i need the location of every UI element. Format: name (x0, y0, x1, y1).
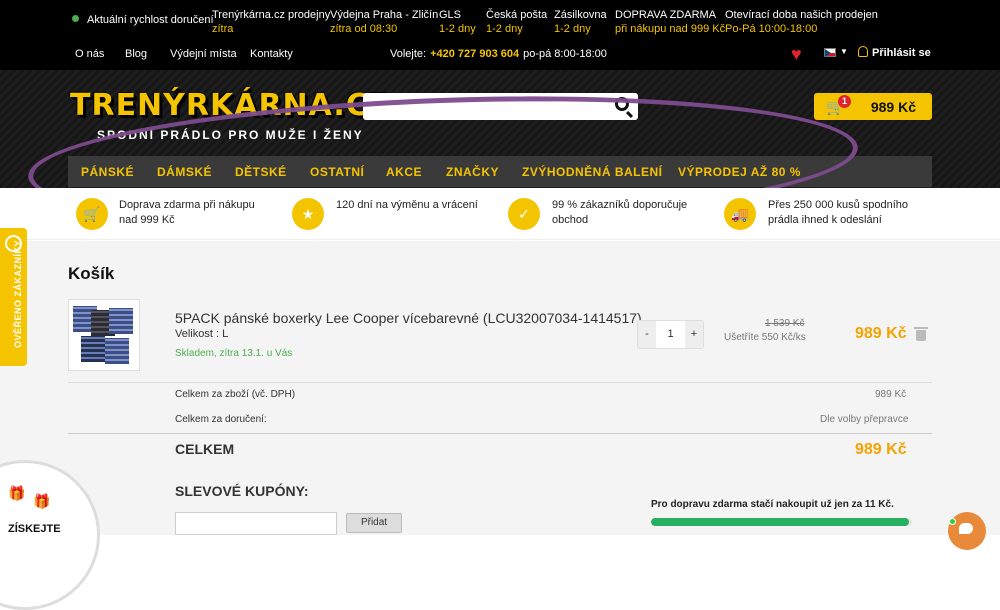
chevron-down-icon[interactable]: ▼ (840, 47, 848, 56)
gift-icon: 🎁 (33, 493, 51, 509)
menu-item-bundles[interactable]: ZVÝHODNĚNÁ BALENÍ (522, 165, 663, 179)
top-bar: Aktuální rychlost doručení Trenýrkárna.c… (0, 0, 1000, 70)
stock-status: Skladem, zítra 13.1. u Vás (175, 348, 293, 359)
wheel-label[interactable]: ZÍSKEJTE (8, 523, 61, 535)
user-icon (858, 46, 868, 57)
product-name[interactable]: 5PACK pánské boxerky Lee Cooper vícebare… (175, 310, 642, 326)
site-logo[interactable]: TRENÝRKÁRNA.CZ (70, 88, 392, 123)
old-price: 1 539 Kč (765, 318, 805, 329)
cart-icon: 🛒 (76, 198, 108, 230)
link-contacts[interactable]: Kontakty (250, 48, 293, 60)
cart-total: 989 Kč (870, 99, 916, 115)
benefits-bar: 🛒 Doprava zdarma při nákupu nad 999 Kč ★ … (0, 188, 1000, 240)
chat-button[interactable] (948, 512, 986, 550)
menu-item-mens[interactable]: PÁNSKÉ (81, 165, 134, 179)
item-price: 989 Kč (855, 325, 907, 342)
search-icon[interactable] (615, 97, 629, 111)
logo-tagline: SPODNÍ PRÁDLO PRO MUŽE I ŽENY (97, 128, 364, 142)
truck-icon: 🚚 (724, 198, 756, 230)
add-coupon-button[interactable]: Přidat (346, 513, 402, 533)
status-dot-icon (72, 15, 79, 22)
delivery-option: DOPRAVA ZDARMA při nákupu nad 999 Kč (615, 9, 726, 35)
czech-flag-icon[interactable] (824, 48, 836, 57)
product-size: Velikost : L (175, 328, 229, 340)
menu-item-kids[interactable]: DĚTSKÉ (235, 165, 287, 179)
cart-page (0, 241, 1000, 535)
benefit-stock: Přes 250 000 kusů spodního prádla ihned k… (768, 199, 909, 226)
delivery-option: Zásilkovna 1-2 dny (554, 9, 607, 35)
wishlist-heart-icon[interactable]: ♥ (791, 45, 802, 63)
trash-icon[interactable] (914, 327, 928, 341)
coupon-title: SLEVOVÉ KUPÓNY: (175, 483, 309, 499)
benefit-free-shipping: Doprava zdarma při nákupu nad 999 Kč (119, 199, 255, 226)
search-input[interactable] (363, 93, 638, 120)
chat-bubble-icon (959, 523, 973, 534)
quantity-input[interactable]: 1 (656, 328, 685, 340)
coupon-input[interactable] (175, 512, 337, 535)
progress-fill (651, 518, 910, 526)
menu-item-womens[interactable]: DÁMSKÉ (157, 165, 212, 179)
quantity-stepper: - 1 + (637, 320, 704, 349)
opening-hours: Otevírací doba našich prodejen Po-Pá 10:0… (725, 9, 878, 35)
total-value: 989 Kč (855, 441, 907, 458)
online-status-icon (949, 518, 956, 525)
benefit-recommend: 99 % zákazníků doporučuje obchod (552, 199, 688, 226)
link-pickup-points[interactable]: Výdejní místa (170, 48, 237, 60)
total-label: CELKEM (175, 441, 235, 457)
shipping-label: Celkem za doručení: (175, 414, 267, 425)
cart-count-badge: 1 (838, 95, 851, 108)
delivery-option: Výdejna Praha - Zličín zítra od 08:30 (330, 9, 439, 35)
quantity-increase-button[interactable]: + (685, 321, 703, 348)
verified-reviews-tab[interactable]: OVĚŘENO ZÁKAZNÍKY (0, 228, 27, 366)
delivery-option: Trenýrkárna.cz prodejny zítra (212, 9, 331, 35)
delivery-option: Česká pošta 1-2 dny (486, 9, 548, 35)
phone-contact: Volejte: +420 727 903 604 po-pá 8:00-18:00 (390, 48, 607, 60)
cart-button[interactable]: 🛒 1 989 Kč (814, 93, 932, 120)
menu-item-sale[interactable]: AKCE (386, 165, 422, 179)
verified-badge-icon: ✓ (508, 198, 540, 230)
quantity-decrease-button[interactable]: - (638, 321, 656, 348)
subtotal-label: Celkem za zboží (vč. DPH) (175, 389, 296, 400)
free-shipping-message: Pro dopravu zdarma stačí nakoupit už jen… (651, 499, 894, 510)
menu-item-other[interactable]: OSTATNÍ (310, 165, 364, 179)
star-icon: ★ (292, 198, 324, 230)
divider (68, 433, 932, 434)
free-shipping-progress (651, 518, 912, 526)
product-image[interactable] (68, 299, 140, 371)
menu-item-brands[interactable]: ZNAČKY (446, 165, 499, 179)
benefit-returns: 120 dní na výměnu a vrácení (336, 199, 478, 211)
subtotal-value: 989 Kč (875, 389, 907, 400)
savings-text: Ušetříte 550 Kč/ks (724, 332, 806, 343)
link-blog[interactable]: Blog (125, 48, 147, 60)
shipping-value: Dle volby přepravce (820, 414, 909, 425)
delivery-speed-label: Aktuální rychlost doručení (72, 14, 214, 26)
gift-icon: 🎁 (8, 485, 26, 501)
divider (68, 382, 932, 383)
page-title: Košík (68, 264, 115, 283)
delivery-option: GLS 1-2 dny (439, 9, 476, 35)
login-button[interactable]: Přihlásit se (858, 46, 931, 59)
phone-number[interactable]: +420 727 903 604 (430, 48, 519, 60)
menu-item-clearance[interactable]: VÝPRODEJ AŽ 80 % (678, 165, 801, 179)
link-about[interactable]: O nás (75, 48, 104, 60)
main-menu: PÁNSKÉ DÁMSKÉ DĚTSKÉ OSTATNÍ AKCE ZNAČKY… (68, 156, 932, 187)
